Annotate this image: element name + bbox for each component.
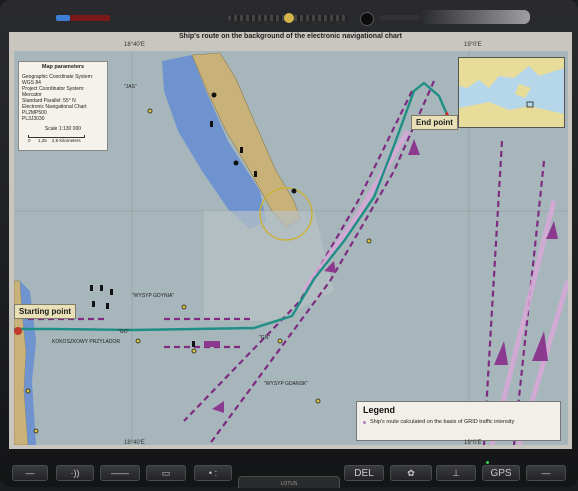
- legend-item-label: Ship's route calculated on the basis of …: [370, 419, 515, 425]
- dots-button[interactable]: • :: [194, 465, 232, 481]
- delete-button[interactable]: DEL: [344, 465, 384, 481]
- settings-button[interactable]: ✿: [390, 465, 432, 481]
- anchor-button[interactable]: ⊥: [436, 465, 476, 481]
- window-icon: ▭: [161, 467, 171, 478]
- speaker-grille: [228, 13, 348, 23]
- minus-button[interactable]: —: [12, 465, 48, 481]
- scale-label-0: 0: [28, 138, 31, 143]
- start-marker[interactable]: [14, 327, 22, 335]
- anchor-icon: ⊥: [452, 467, 460, 478]
- legend-item: Ship's route calculated on the basis of …: [363, 419, 554, 425]
- minus-right-button[interactable]: —: [526, 465, 566, 481]
- navigational-chart[interactable]: "JAS" "WYSYP GDYNIA" "GN" "GO" "WYSYP GD…: [14, 51, 568, 445]
- status-led-red: [70, 15, 110, 21]
- label-gn: "GN": [259, 335, 270, 341]
- end-point-callout: End point: [411, 115, 458, 130]
- map-parameters-box: Map parameters Geographic Coordinate Sys…: [18, 61, 108, 151]
- minus-right-button-label: —: [541, 468, 551, 478]
- dots-icon: • :: [208, 468, 218, 478]
- display-screen: Ship's route on the background of the el…: [9, 32, 572, 449]
- longitude-label-left-bottom: 18°40'E: [124, 440, 145, 446]
- sensor-slot: [380, 15, 420, 20]
- window-button[interactable]: ▭: [146, 465, 186, 481]
- line-button[interactable]: ——: [100, 465, 140, 481]
- overview-inset-map[interactable]: [458, 57, 565, 128]
- legend-title: Legend: [363, 405, 396, 415]
- starting-point-callout: Starting point: [14, 304, 76, 319]
- gps-button[interactable]: GPS: [482, 465, 520, 481]
- legend-swatch: [363, 420, 366, 424]
- traffic-lane-fill: [301, 129, 568, 445]
- legend-box: Legend Ship's route calculated on the ba…: [356, 401, 561, 441]
- longitude-label-right-top: 19°0'E: [464, 42, 482, 48]
- sound-button[interactable]: ·)): [56, 465, 94, 481]
- device-top-bar: [0, 0, 578, 34]
- inset-svg: [459, 58, 564, 127]
- gps-button-label: GPS: [490, 467, 512, 479]
- screen-glare: [420, 10, 530, 24]
- brightness-knob[interactable]: [284, 13, 294, 23]
- label-kokoszkowy: KOKOSZKOWY PRZYLADOR: [52, 339, 120, 345]
- status-led-blue: [56, 15, 70, 21]
- delete-button-label: DEL: [354, 467, 374, 479]
- scale-label-1: 1,25: [38, 138, 47, 143]
- bay-zone: [204, 211, 334, 321]
- param-line: Project Coordinator System: Mercator: [22, 86, 85, 98]
- brand-plate: LOTUS: [238, 476, 340, 488]
- label-jas: "JAS": [124, 84, 137, 90]
- settings-icon: ✿: [407, 467, 415, 478]
- camera-lens: [360, 12, 374, 26]
- minus-button-label: —: [25, 468, 35, 478]
- line-icon: ——: [111, 468, 129, 478]
- sound-icon: ·)): [70, 468, 80, 478]
- label-wysyp-gdynia: "WYSYP GDYNIA": [132, 293, 174, 299]
- param-line: PL3J3030: [22, 116, 45, 122]
- longitude-label-left-top: 18°40'E: [124, 42, 145, 48]
- map-scale: Scale 1:130 000: [44, 126, 82, 132]
- label-go: "GO": [118, 329, 130, 335]
- scale-bar-labels: 0 1,25 2,5 Kilometers: [28, 138, 104, 143]
- map-title: Ship's route on the background of the el…: [179, 33, 402, 40]
- longitude-label-right-bottom: 19°0'E: [464, 440, 482, 446]
- gps-status-led: [486, 461, 489, 464]
- param-line: Geographic Coordinate System: WGS 84: [22, 74, 94, 86]
- label-wysyp-gdansk: "WYSYP GDANSK": [264, 381, 308, 387]
- scale-label-2: 2,5 Kilometers: [51, 138, 81, 143]
- map-parameters-title: Map parameters: [41, 64, 85, 70]
